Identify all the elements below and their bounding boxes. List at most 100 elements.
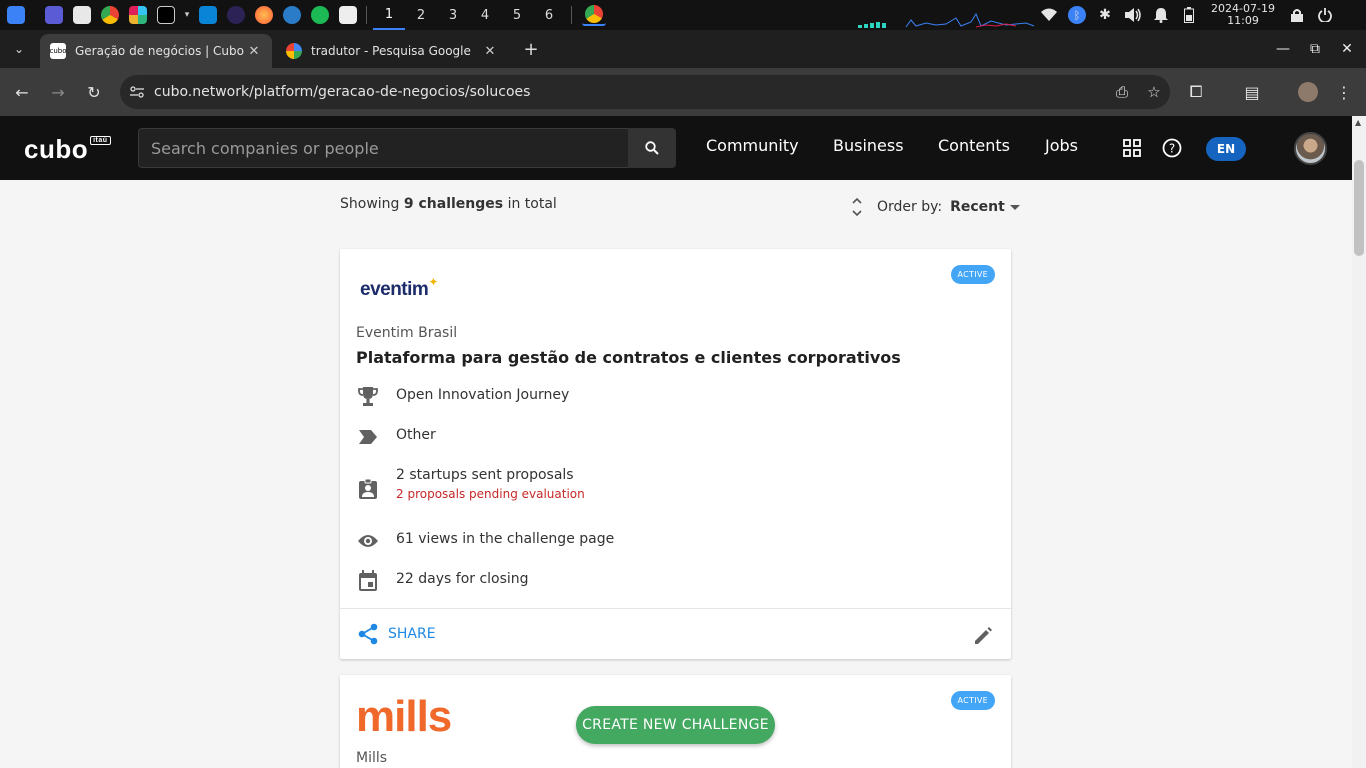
challenge-card[interactable]: ACTIVE eventim✦ Eventim Brasil Plataform… <box>340 249 1011 659</box>
terminal-app-icon[interactable] <box>154 4 178 26</box>
logo-badge: itaú <box>90 136 111 146</box>
results-number: 9 challenges <box>403 196 504 212</box>
card-divider <box>340 608 1011 609</box>
trophy-icon <box>356 385 380 409</box>
profile-avatar-icon[interactable] <box>1296 80 1320 104</box>
forward-button[interactable]: → <box>46 80 70 104</box>
site-info-icon[interactable] <box>120 86 154 98</box>
close-window-button[interactable]: ✕ <box>1336 38 1358 60</box>
workspace-4[interactable]: 4 <box>469 0 501 30</box>
taskbar-divider <box>366 6 367 24</box>
back-button[interactable]: ← <box>10 80 34 104</box>
browser-menu-icon[interactable]: ⋮ <box>1332 80 1356 104</box>
logo-text: cubo <box>24 134 89 164</box>
caret-down-icon[interactable] <box>1009 204 1020 210</box>
wifi-icon[interactable] <box>1040 6 1058 24</box>
sort-icon[interactable] <box>850 196 864 218</box>
help-icon[interactable]: ? <box>1160 136 1184 160</box>
chevron-down-icon[interactable]: ▾ <box>182 4 192 26</box>
chrome-window-icon[interactable] <box>582 4 606 26</box>
views-text: 61 views in the challenge page <box>396 531 615 547</box>
workspace-3[interactable]: 3 <box>437 0 469 30</box>
vscode-app-icon[interactable] <box>196 4 220 26</box>
nav-jobs[interactable]: Jobs <box>1045 136 1078 155</box>
nav-business[interactable]: Business <box>833 136 904 155</box>
power-icon[interactable] <box>1316 6 1334 24</box>
status-badge: ACTIVE <box>950 265 995 284</box>
tab-search-button[interactable]: ⌄ <box>6 38 32 60</box>
slack-app-icon[interactable] <box>126 4 150 26</box>
document-app-icon[interactable] <box>336 4 360 26</box>
nav-community[interactable]: Community <box>706 136 799 155</box>
battery-icon[interactable] <box>1180 6 1198 24</box>
order-by-value[interactable]: Recent <box>950 199 1005 215</box>
close-tab-icon[interactable]: ✕ <box>482 44 498 59</box>
chrome-app-icon[interactable] <box>98 4 122 26</box>
workspace-1[interactable]: 1 <box>373 0 405 30</box>
file-manager-icon[interactable] <box>70 4 94 26</box>
order-by-control[interactable]: Order by: Recent <box>850 196 1020 218</box>
workspace-app-icon[interactable] <box>42 4 66 26</box>
mills-logo: mills <box>356 692 452 741</box>
lock-icon[interactable] <box>1288 6 1306 24</box>
system-tray: ᛒ ✱ 2024-07-19 11:09 <box>1040 0 1334 30</box>
browser-toolbar: ← → ↻ cubo.network/platform/geracao-de-n… <box>0 68 1366 116</box>
tab-cubo[interactable]: cubo Geração de negócios | Cubo ✕ <box>40 34 272 68</box>
company-name: Mills <box>356 750 388 766</box>
app-icon[interactable] <box>280 4 304 26</box>
close-tab-icon[interactable]: ✕ <box>246 44 262 59</box>
tab-title: tradutor - Pesquisa Google <box>311 44 471 58</box>
system-monitor-graph <box>858 12 1035 28</box>
restore-button[interactable]: ⧉ <box>1304 38 1326 60</box>
workspace-2[interactable]: 2 <box>405 0 437 30</box>
assignment-ind-icon <box>356 477 380 501</box>
system-clock[interactable]: 2024-07-19 11:09 <box>1208 3 1278 27</box>
scrollbar-thumb[interactable] <box>1354 160 1364 256</box>
challenge-title[interactable]: Plataforma para gestão de contratos e cl… <box>356 348 901 367</box>
url-text[interactable]: cubo.network/platform/geracao-de-negocio… <box>154 84 1106 100</box>
eye-icon <box>356 529 380 553</box>
cubo-favicon-icon: cubo <box>50 43 67 59</box>
closing-text: 22 days for closing <box>396 571 529 587</box>
address-bar[interactable]: cubo.network/platform/geracao-de-negocio… <box>120 75 1170 109</box>
search-button[interactable] <box>628 128 676 168</box>
calendar-icon <box>356 569 380 593</box>
minimize-button[interactable]: — <box>1272 38 1294 60</box>
search-bar <box>138 128 676 168</box>
program-text: Open Innovation Journey <box>396 387 570 403</box>
share-icon <box>356 623 380 645</box>
user-avatar[interactable] <box>1294 132 1327 165</box>
browser-tabstrip: ⌄ cubo Geração de negócios | Cubo ✕ trad… <box>0 30 1366 68</box>
bluetooth-icon[interactable]: ᛒ <box>1068 6 1086 24</box>
proposals-row: 2 startups sent proposals 2 proposals pe… <box>356 465 585 503</box>
reading-list-icon[interactable]: ▤ <box>1240 80 1264 104</box>
language-button[interactable]: EN <box>1206 137 1246 161</box>
firefox-app-icon[interactable] <box>252 4 276 26</box>
reload-button[interactable]: ↻ <box>82 80 106 104</box>
results-prefix: Showing <box>340 196 404 212</box>
workspace-5[interactable]: 5 <box>501 0 533 30</box>
nav-contents[interactable]: Contents <box>938 136 1010 155</box>
new-tab-button[interactable]: + <box>520 38 542 60</box>
pending-evaluation-text[interactable]: 2 proposals pending evaluation <box>396 485 585 503</box>
tab-title: Geração de negócios | Cubo <box>75 44 244 58</box>
label-tag-icon <box>356 425 380 449</box>
bookmark-star-icon[interactable]: ☆ <box>1138 83 1170 101</box>
install-app-icon[interactable]: ⎙ <box>1106 83 1138 101</box>
eclipse-app-icon[interactable] <box>224 4 248 26</box>
search-input[interactable] <box>138 128 628 168</box>
create-new-challenge-button[interactable]: CREATE NEW CHALLENGE <box>576 706 775 744</box>
notification-bell-icon[interactable] <box>1152 6 1170 24</box>
extensions-icon[interactable]: ⧠ <box>1184 80 1208 104</box>
slack-tray-icon[interactable]: ✱ <box>1096 6 1114 24</box>
apps-grid-icon[interactable] <box>1120 136 1144 160</box>
workspace-6[interactable]: 6 <box>533 0 565 30</box>
edit-pencil-icon[interactable] <box>971 624 995 648</box>
tab-google[interactable]: tradutor - Pesquisa Google ✕ <box>276 34 508 68</box>
cubo-logo[interactable]: cubo itaú <box>24 134 111 165</box>
app-menu-icon[interactable] <box>4 4 28 26</box>
scroll-up-arrow-icon[interactable]: ▲ <box>1355 118 1363 127</box>
spotify-app-icon[interactable] <box>308 4 332 26</box>
volume-icon[interactable] <box>1124 6 1142 24</box>
share-button[interactable]: SHARE <box>356 623 436 645</box>
